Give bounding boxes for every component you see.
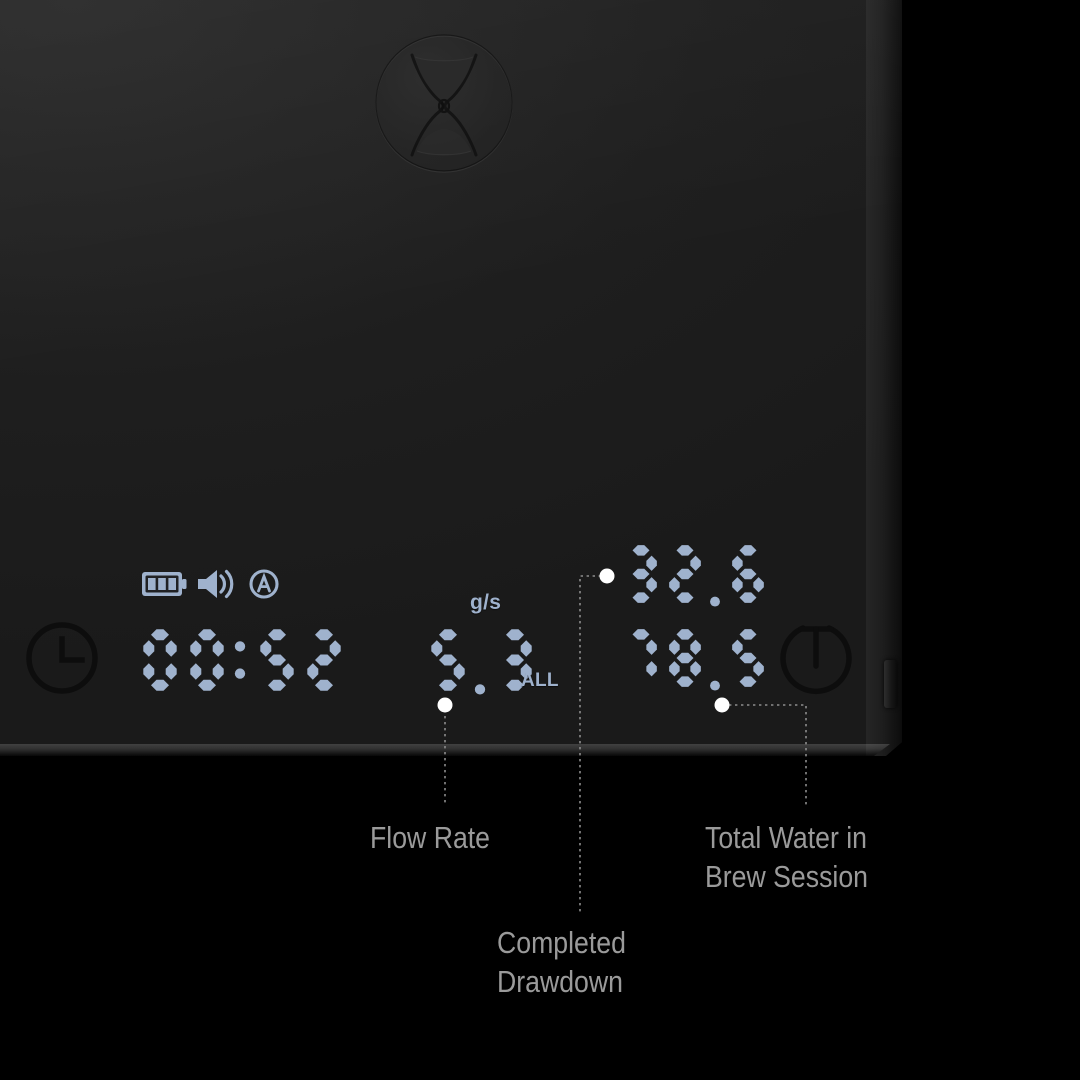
auto-mode-icon [249, 569, 279, 599]
callout-label-flow-rate: Flow Rate [370, 820, 491, 855]
hourglass-logo [375, 34, 513, 173]
battery-icon [142, 572, 187, 596]
lcd-panel [26, 545, 852, 695]
status-icon-row [142, 569, 279, 599]
callout-label-completed-drawdown: Completed Drawdown [497, 925, 626, 999]
callout-label-total-water: Total Water in Brew Session [705, 820, 868, 894]
speaker-icon [198, 569, 234, 599]
total-water-value [632, 629, 764, 691]
drawdown-weight-value [632, 545, 764, 607]
flow-rate-unit-label: g/s [470, 591, 502, 614]
screenshot-root: g/s ALL Flow Rate Completed Drawdown Tot… [0, 0, 1080, 1080]
flow-rate-value [431, 629, 532, 695]
clock-icon [26, 622, 98, 694]
tare-icon [780, 625, 852, 695]
flow-rate-mode-label: ALL [521, 670, 559, 691]
timer-value [143, 629, 341, 691]
